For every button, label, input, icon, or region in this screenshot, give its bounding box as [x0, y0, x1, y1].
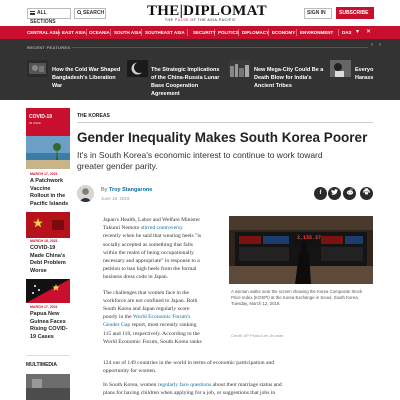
story-thumbnail[interactable]	[229, 60, 250, 77]
covid-tag[interactable]: COVID-19 IN ASIA	[26, 108, 70, 136]
nav-separator	[141, 29, 142, 36]
publish-date: June 18, 2019	[101, 196, 130, 201]
strip-divider	[72, 47, 368, 48]
byline: By Troy Stangarone	[101, 187, 153, 193]
sidebar-item-image[interactable]	[26, 279, 70, 303]
twitter-glyph	[331, 188, 338, 195]
main-nav: CENTRAL ASIA EAST ASIA OCEANIA SOUTH ASI…	[0, 26, 400, 39]
photo-caption: A woman walks near the screen showing th…	[231, 289, 363, 307]
nav-separator	[187, 29, 188, 36]
story-title[interactable]: New Mega-City Could Be a Death Blow for I…	[254, 66, 323, 90]
article-photo[interactable]: 2,155.37	[229, 216, 373, 284]
all-sections-button[interactable]: ALL SECTIONS	[27, 8, 71, 25]
story-thumbnail[interactable]	[127, 60, 148, 77]
search-button[interactable]: SEARCH	[74, 8, 106, 19]
print-icon[interactable]	[360, 187, 373, 200]
sidebar-item-date: MARCH 18, 2021	[30, 239, 58, 243]
reddit-icon[interactable]	[343, 187, 356, 200]
nav-item-southeast-asia[interactable]: SOUTHEAST ASIA	[145, 26, 185, 39]
gender-gap-link[interactable]: Gender Gap	[103, 322, 130, 328]
sidebar: COVID-19 IN ASIA MARCH 17, 2021 A Patchw…	[26, 108, 70, 400]
search-icon	[77, 10, 82, 15]
sidebar-item-image[interactable]	[26, 136, 70, 169]
nav-separator	[296, 29, 297, 36]
sidebar-item-date: MARCH 17, 2021	[30, 172, 58, 176]
article-paragraph: Japan's Health, Labor and Welfare Minist…	[103, 217, 202, 281]
site-logo[interactable]: THE|DIPLOMAT THE PULSE OF THE ASIA-PACIF…	[147, 3, 267, 23]
sidebar-item-title[interactable]: Papua New Guinea Faces Rising COVID- 19 Cas…	[30, 311, 70, 341]
kicker-divider	[77, 122, 373, 123]
nav-item-central-asia[interactable]: CENTRAL ASIA	[27, 26, 60, 39]
nav-item-oceania[interactable]: OCEANIA	[89, 26, 110, 39]
story-thumbnail[interactable]	[27, 60, 48, 77]
close-icon[interactable]: ✕	[366, 26, 371, 39]
nav-item-das[interactable]: DAS	[342, 26, 352, 39]
article-kicker[interactable]: THE KOREAS	[77, 113, 110, 119]
sidebar-divider	[26, 355, 70, 356]
sign-in-button[interactable]: SIGN IN	[304, 8, 332, 19]
story-title[interactable]: The Strategic Implications of the China-R…	[151, 66, 219, 98]
hamburger-icon	[30, 11, 35, 15]
regularly-face-questions-link[interactable]: regularly face questions	[158, 382, 211, 388]
nav-separator	[110, 29, 111, 36]
next-arrow-icon[interactable]: ›	[379, 42, 381, 48]
printer-glyph	[363, 188, 370, 195]
facebook-icon[interactable]: f	[314, 187, 327, 200]
article-subhead: It's in South Korea's economic interest …	[77, 150, 323, 171]
kospi-board-image	[229, 216, 373, 284]
article-paragraph: The challenges that women face in the wo…	[103, 289, 202, 345]
prev-arrow-icon[interactable]: ‹	[371, 42, 373, 48]
kospi-index-readout: 2,155.37	[297, 235, 322, 241]
nav-separator	[214, 29, 215, 36]
twitter-icon[interactable]	[328, 187, 341, 200]
multimedia-thumbnail[interactable]	[26, 374, 70, 400]
wef-report-link[interactable]: World Economic Forum's	[133, 314, 190, 320]
photo-credit: Credit: AP Photo/Lee Jin-man	[231, 333, 284, 338]
nav-item-south-asia[interactable]: SOUTH ASIA	[114, 26, 142, 39]
logo-wordmark: THE|DIPLOMAT	[147, 3, 267, 19]
sidebar-item-title[interactable]: COVID-19 Made China's Debt Problem Worse	[30, 245, 70, 275]
site-header: ALL SECTIONS SEARCH THE|DIPLOMAT THE PUL…	[0, 0, 400, 26]
nav-item-diplomacy[interactable]: DIPLOMACY	[242, 26, 269, 39]
article-headline: Gender Inequality Makes South Korea Poor…	[77, 130, 368, 145]
nav-separator	[338, 29, 339, 36]
article-body-column: Japan's Health, Labor and Welfare Minist…	[103, 216, 224, 353]
nav-item-environment[interactable]: ENVIRONMENT	[300, 26, 333, 39]
author-link[interactable]: Troy Stangarone	[109, 187, 152, 193]
subscribe-button[interactable]: SUBSCRIBE	[336, 7, 374, 19]
author-avatar[interactable]	[77, 185, 94, 202]
more-icon[interactable]: ▾	[356, 26, 359, 39]
sidebar-item-date: MARCH 17, 2021	[30, 305, 58, 309]
story-thumbnail[interactable]	[330, 60, 351, 77]
nav-separator	[86, 29, 87, 36]
nav-item-east-asia[interactable]: EAST ASIA	[62, 26, 86, 39]
nav-item-economy[interactable]: ECONOMY	[272, 26, 295, 39]
nav-separator	[58, 29, 59, 36]
nav-item-politics[interactable]: POLITICS	[218, 26, 239, 39]
article-paragraph-wide: 124 out of 149 countries in the world in…	[103, 360, 275, 375]
multimedia-heading: MULTIMEDIA	[26, 362, 58, 368]
sidebar-item-image[interactable]	[26, 212, 70, 238]
article-paragraph-wide: In South Korea, women regularly face que…	[103, 382, 282, 397]
recent-features-label: RECENT FEATURES	[27, 45, 71, 50]
nav-separator	[268, 29, 269, 36]
recent-features-strip: RECENT FEATURES ‹ › How the Cold War Sha…	[0, 39, 400, 100]
sidebar-item-title[interactable]: A Patchwork Vaccine Rollout in the Pacific …	[30, 178, 70, 208]
story-title[interactable]: Everyo Harass	[355, 66, 400, 82]
reddit-glyph	[346, 188, 353, 195]
story-title[interactable]: How the Cold War Shaped Bangladesh's Libe…	[52, 66, 120, 90]
stirred-controversy-link[interactable]: stirred controversy	[141, 225, 183, 231]
nav-separator	[238, 29, 239, 36]
nav-item-security[interactable]: SECURITY	[193, 26, 216, 39]
